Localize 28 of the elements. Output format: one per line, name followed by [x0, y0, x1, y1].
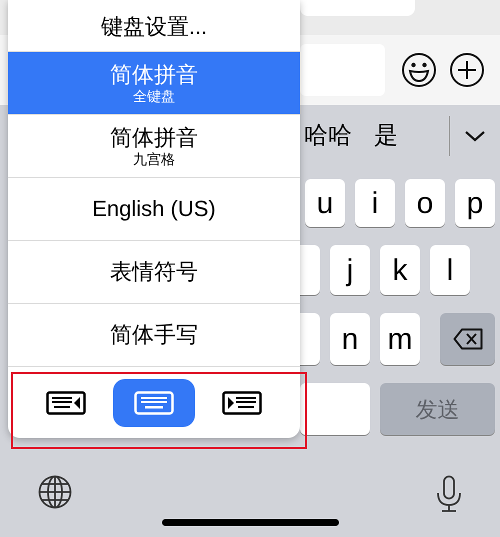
- letter-key[interactable]: j: [330, 245, 370, 295]
- smiley-icon[interactable]: [401, 52, 437, 88]
- chevron-down-icon[interactable]: [464, 130, 486, 142]
- backspace-icon: [452, 328, 482, 350]
- microphone-icon[interactable]: [436, 475, 462, 513]
- menu-item[interactable]: 简体手写: [8, 304, 300, 367]
- letter-key[interactable]: p: [455, 179, 495, 227]
- letter-key[interactable]: k: [380, 245, 420, 295]
- menu-item[interactable]: 简体拼音 全键盘: [8, 52, 300, 115]
- menu-item[interactable]: 简体拼音 九宫格: [8, 115, 300, 178]
- space-key[interactable]: [300, 383, 370, 435]
- letter-key[interactable]: n: [330, 313, 370, 365]
- candidate-word[interactable]: 是: [374, 118, 398, 154]
- keyboard-left-icon: [46, 390, 86, 414]
- letter-key[interactable]: l: [430, 245, 470, 295]
- delete-key[interactable]: [440, 313, 495, 365]
- message-input-field[interactable]: [300, 44, 385, 96]
- menu-item[interactable]: 表情符号: [8, 241, 300, 304]
- letter-key[interactable]: o: [405, 179, 445, 227]
- globe-icon[interactable]: [38, 475, 72, 509]
- letter-key[interactable]: u: [305, 179, 345, 227]
- letter-key[interactable]: m: [380, 313, 420, 365]
- keyboard-right-icon: [222, 390, 262, 414]
- letter-key[interactable]: i: [355, 179, 395, 227]
- candidate-word[interactable]: 哈哈: [304, 118, 352, 154]
- plus-icon[interactable]: [449, 52, 485, 88]
- menu-item[interactable]: English (US): [8, 178, 300, 241]
- keyboard-icon: [134, 390, 174, 414]
